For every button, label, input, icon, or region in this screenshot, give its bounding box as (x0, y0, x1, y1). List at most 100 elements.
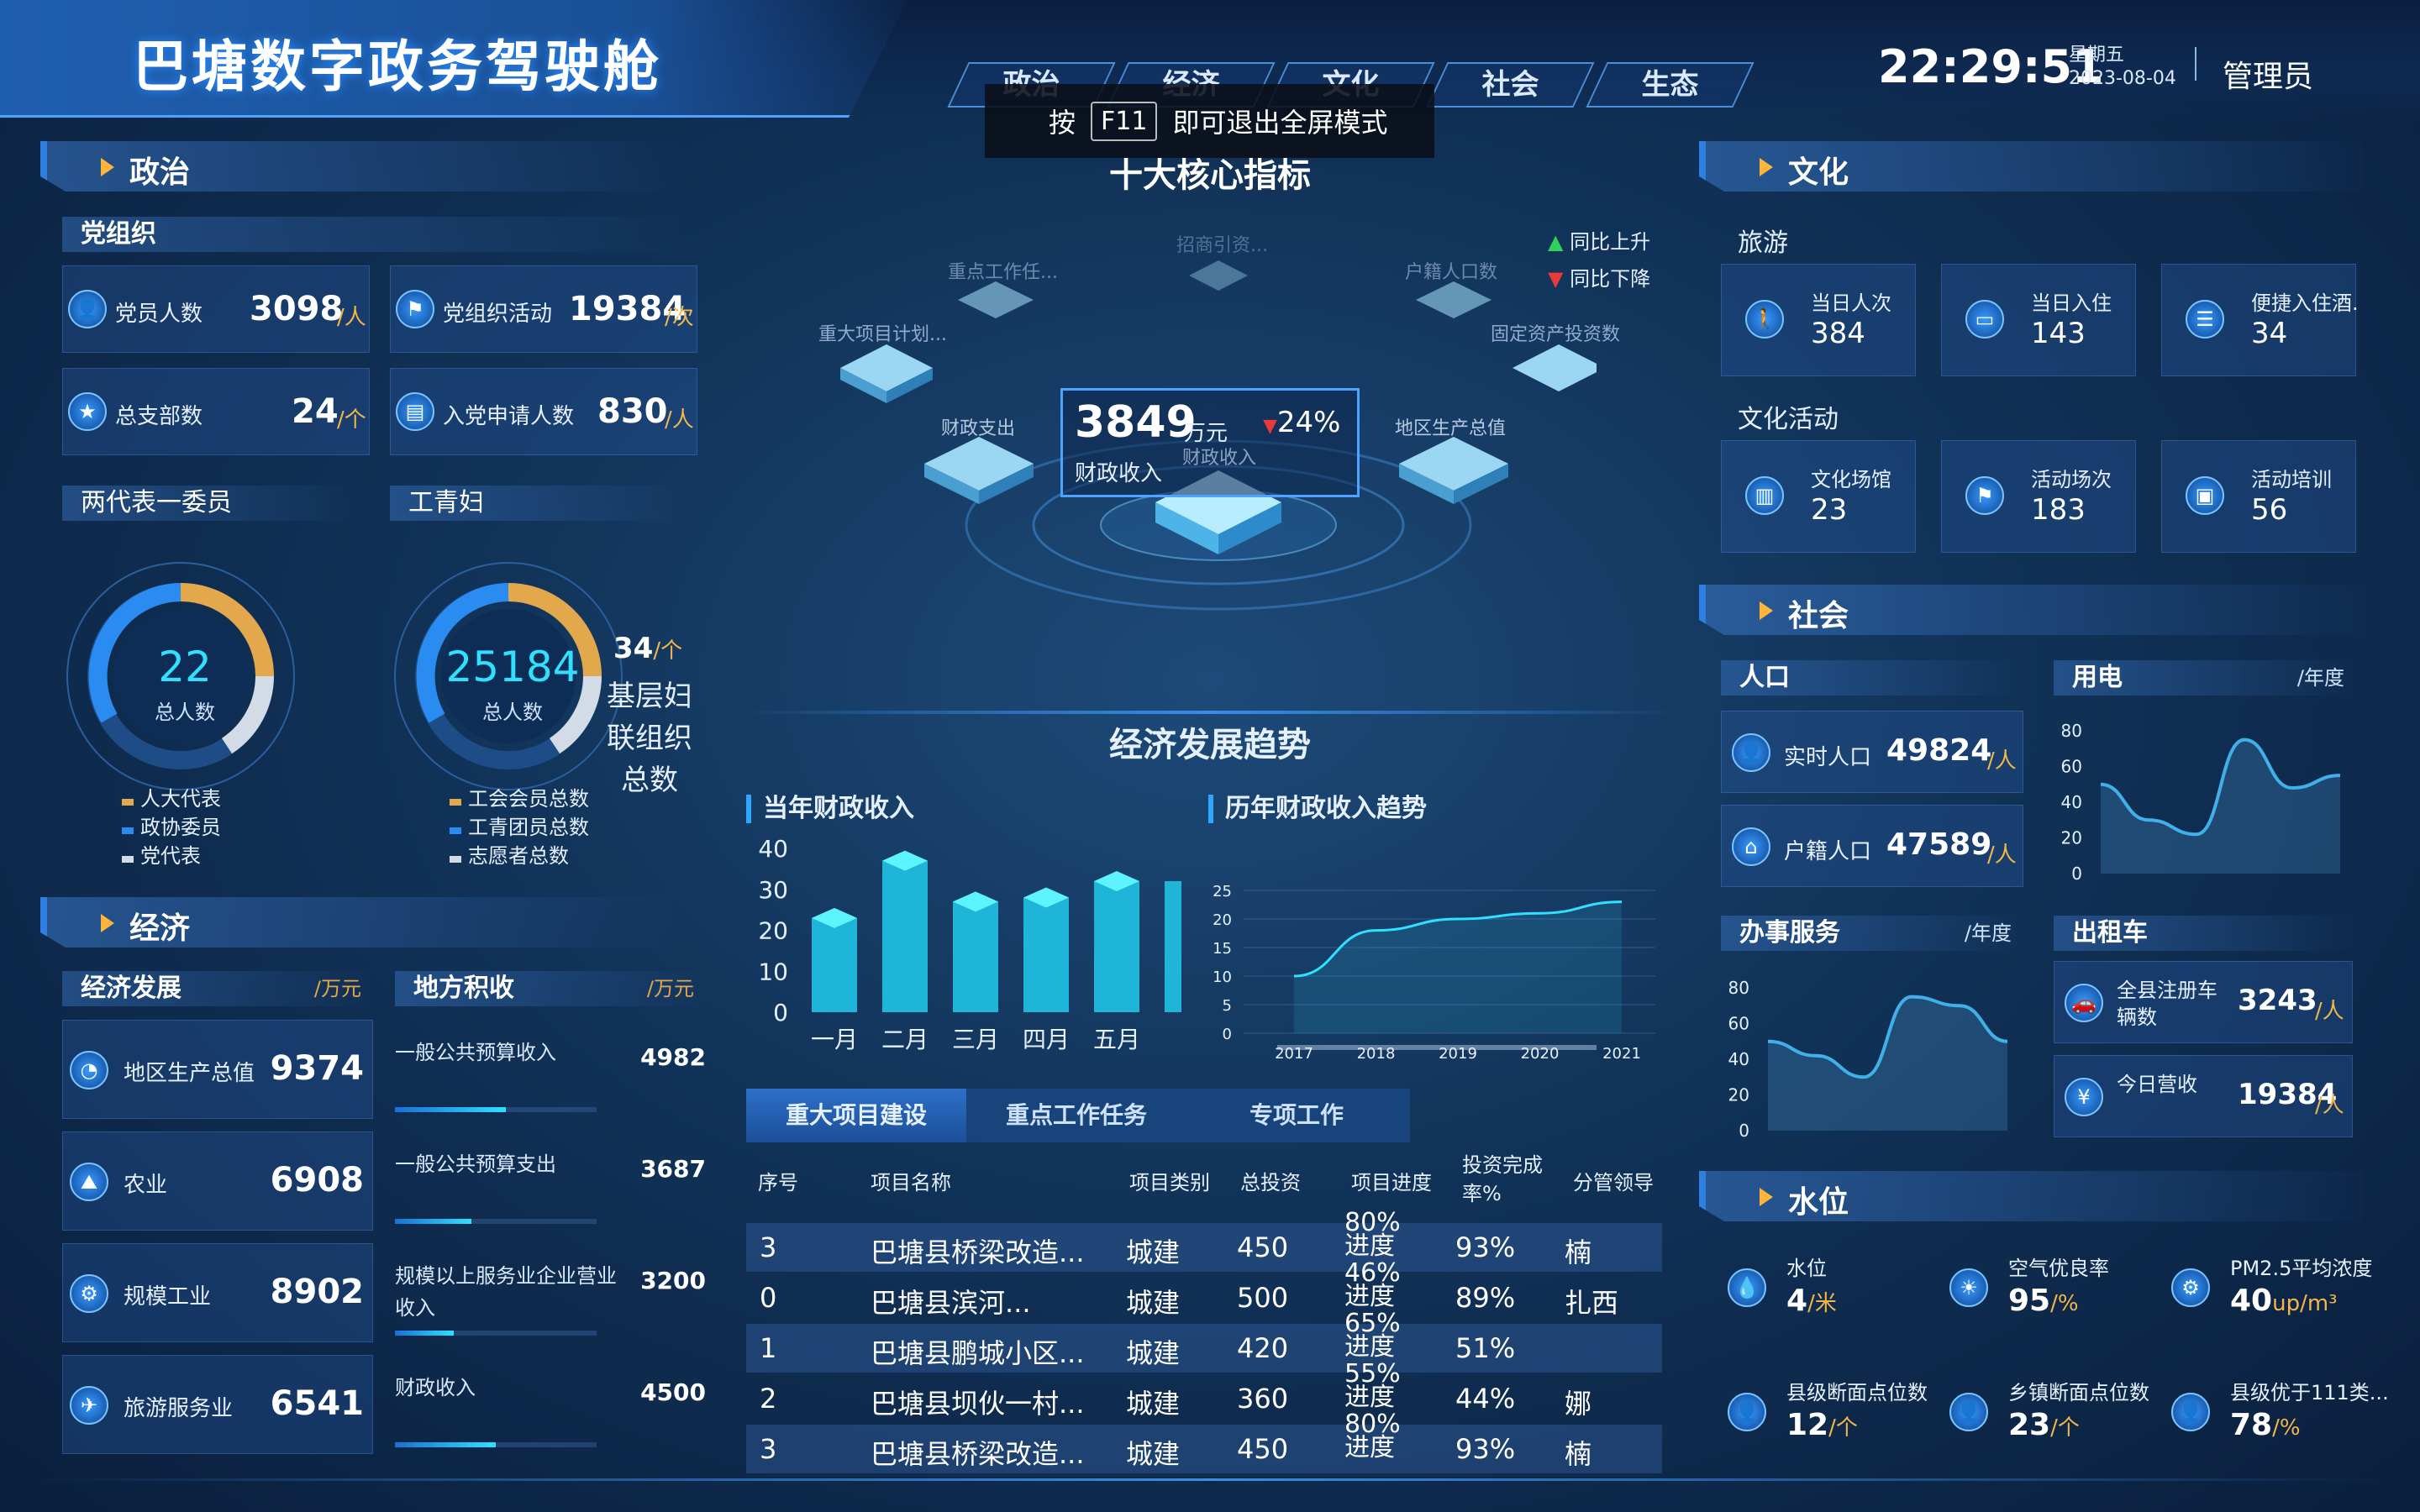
cell-no: 3 (760, 1231, 777, 1263)
trend-title: 经济发展趋势 (1109, 726, 1311, 764)
stat-label: 入党申请人数 (443, 404, 575, 429)
table-row[interactable]: 0 巴塘县滨河... 城建 500 46%进度 89% 扎西 (746, 1261, 1662, 1322)
x-tick: 2019 (1439, 1045, 1477, 1063)
table-row[interactable]: 3 巴塘县桥梁改造... 城建 450 80%进度 93% 楠 (746, 1412, 1662, 1473)
cell-name: 巴塘县滨河... (871, 1287, 1031, 1319)
tab-society[interactable]: 社会 (1426, 62, 1595, 108)
card-value: 34 (2251, 317, 2288, 350)
subhead-workers: 工青妇 (390, 486, 684, 521)
user-menu[interactable]: 管理员 (2223, 52, 2313, 96)
factory-icon: ⚙ (2171, 1268, 2210, 1307)
farm-icon: ⛰ (70, 1163, 108, 1201)
card-label: 当日入住 (2031, 291, 2112, 315)
table-row[interactable]: 2 巴塘县坝伙一村... 城建 360 55%进度 44% 娜 (746, 1362, 1662, 1423)
subhead-party: 党组织 (62, 217, 684, 252)
fiscal-label: 规模以上服务业企业营业收入 (395, 1264, 617, 1320)
tab-key-tasks[interactable]: 重点工作任务 (966, 1089, 1186, 1142)
water-label: 空气优良率 (2008, 1257, 2109, 1280)
section-title: 水位 (1788, 1185, 1849, 1220)
area-fill (1768, 996, 2007, 1131)
section-title: 文化 (1788, 155, 1849, 190)
water-value-group: 23/个 (2008, 1408, 2080, 1442)
water-value-group: 95/% (2008, 1284, 2079, 1318)
x-tick: 2021 (1602, 1045, 1641, 1063)
indicator-cube (1512, 344, 1597, 391)
divider (739, 711, 1681, 714)
y-tick: 40 (1728, 1049, 1749, 1069)
water-stat: ☀ 空气优良率 95/% (1949, 1247, 2168, 1339)
date: 2023-08-04 (2069, 68, 2176, 89)
cell-type: 城建 (1126, 1287, 1181, 1319)
card-label: 便捷入住酒... (2251, 291, 2360, 315)
indicator-cube (840, 344, 933, 403)
water-value: 78 (2230, 1408, 2273, 1442)
core-label: 财政收入 (1075, 461, 1163, 486)
subhead-reps: 两代表一委员 (62, 486, 356, 521)
building-icon: ▥ (1745, 476, 1784, 515)
cell-rate: 51% (1455, 1332, 1516, 1364)
card-value: 143 (2031, 317, 2086, 350)
pop-card: 👤 实时人口 49824/人 (1721, 711, 2023, 793)
taxi-card: 🚗 全县注册车辆数 3243/人 (2054, 961, 2353, 1043)
stat-unit: /人 (665, 407, 694, 433)
pop-label: 实时人口 (1784, 745, 1872, 770)
bar (882, 850, 928, 1012)
triangle-icon (101, 914, 114, 932)
flag-icon: ⚑ (396, 290, 434, 328)
subhead-taxi: 出租车 (2054, 916, 2356, 951)
tab-special-work[interactable]: 专项工作 (1186, 1089, 1407, 1142)
y-tick: 5 (1223, 997, 1232, 1015)
stat-value: 24 (292, 392, 339, 431)
taxi-label: 今日营收 (2117, 1073, 2197, 1096)
x-tick: 2020 (1521, 1045, 1560, 1063)
pop-value: 47589 (1886, 827, 1992, 862)
bed-icon: ▭ (1965, 300, 2004, 339)
cell-name: 巴塘县坝伙一村... (871, 1388, 1085, 1420)
cell-name: 巴塘县桥梁改造... (871, 1438, 1085, 1470)
cell-progress: 80%进度 (1344, 1410, 1401, 1462)
y-tick: 40 (2061, 792, 2082, 812)
cell-total: 420 (1237, 1332, 1289, 1364)
y-tick: 0 (1223, 1026, 1232, 1043)
info-card: ⚑ 活动场次 183 (1941, 440, 2136, 553)
cell-no: 2 (760, 1383, 777, 1415)
water-label: 乡镇断面点位数 (2008, 1381, 2149, 1404)
y-tick: 15 (1213, 940, 1232, 958)
core-value: 3849 (1075, 397, 1197, 448)
card-label: 当日人次 (1811, 291, 1891, 315)
water-stat: 👤 乡镇断面点位数 23/个 (1949, 1371, 2168, 1463)
legend-item: 志愿者总数 (450, 842, 589, 870)
indicator-cube (958, 281, 1034, 318)
indicator-label: 地区生产总值 (1395, 418, 1507, 439)
cell-progress: 80%进度 (1344, 1208, 1401, 1261)
flag-icon: ⚑ (1965, 476, 2004, 515)
user-icon: 👤 (1949, 1393, 1988, 1431)
y-tick: 0 (1739, 1121, 1749, 1141)
user-icon: 👤 (68, 290, 107, 328)
bar (953, 891, 998, 1012)
triangle-icon (101, 158, 114, 176)
y-tick: 20 (2061, 828, 2082, 848)
water-stat: 👤 县级优于111类... 78/% (2171, 1371, 2390, 1463)
fiscal-progress-fill (395, 1331, 454, 1336)
table-row[interactable]: 3 巴塘县桥梁改造... 城建 450 80%进度 93% 楠 (746, 1210, 1662, 1272)
water-unit: up/m³ (2272, 1291, 2338, 1316)
card-value: 384 (1811, 317, 1865, 350)
dev-card: ⛰ 农业 6908 (62, 1131, 373, 1231)
table-row[interactable]: 1 巴塘县鹏城小区... 城建 420 65%进度 51% (746, 1311, 1662, 1373)
tab-major-projects[interactable]: 重大项目建设 (746, 1089, 966, 1142)
pop-unit: /人 (1987, 748, 2017, 774)
y-tick: 10 (1213, 969, 1232, 986)
core-highlight-box[interactable]: 3849 万元 ▼24% 财政收入 财政收入 (1060, 388, 1360, 497)
water-value-group: 12/个 (1786, 1408, 1858, 1442)
tab-ecology[interactable]: 生态 (1586, 62, 1754, 108)
cell-progress: 65%进度 (1344, 1309, 1401, 1362)
y-tick: 60 (2061, 757, 2082, 777)
project-tabbar: 重大项目建设 重点工作任务 专项工作 (746, 1089, 1410, 1142)
car-icon: 🚗 (2065, 984, 2103, 1022)
taxi-value: 3243 (2238, 984, 2317, 1017)
fiscal-progress-track (395, 1331, 597, 1336)
indicator-label: 重大项目计划... (818, 324, 947, 345)
dev-label: 规模工业 (124, 1284, 212, 1310)
divider (2195, 47, 2196, 81)
